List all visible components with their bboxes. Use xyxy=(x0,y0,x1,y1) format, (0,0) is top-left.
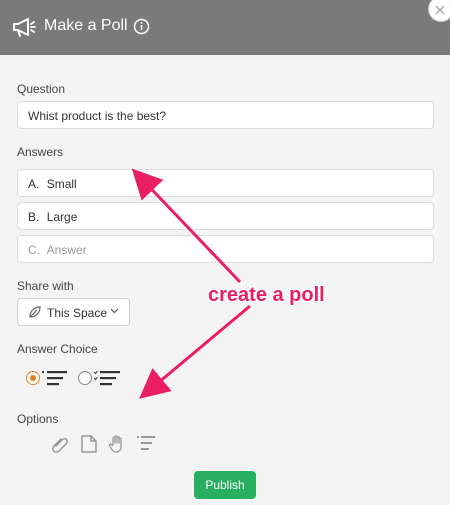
single-choice-radio[interactable] xyxy=(26,371,40,385)
share-label: Share with xyxy=(17,279,74,293)
chevron-down-icon xyxy=(110,308,119,314)
answers-label: Answers xyxy=(17,145,64,159)
answer-prefix: C. xyxy=(28,243,40,257)
question-input[interactable]: Whist product is the best? xyxy=(17,101,434,129)
close-icon xyxy=(435,5,445,15)
single-choice-icon xyxy=(42,371,67,386)
answer-b-input[interactable]: B. Large xyxy=(17,202,434,230)
share-value: This Space xyxy=(47,306,108,320)
options-label: Options xyxy=(17,412,59,426)
answer-text: Small xyxy=(46,177,77,191)
poll-panel: Make a Poll Question Whist product is th… xyxy=(0,0,450,505)
info-icon[interactable] xyxy=(133,18,150,35)
paperclip-icon[interactable] xyxy=(50,434,70,454)
document-icon[interactable] xyxy=(80,434,98,454)
poll-header: Make a Poll xyxy=(0,0,450,55)
answer-text: Large xyxy=(46,210,78,224)
answer-prefix: B. xyxy=(28,210,40,224)
leaf-icon xyxy=(29,306,41,318)
multiple-choice-radio[interactable] xyxy=(78,371,92,385)
answer-placeholder: Answer xyxy=(46,243,87,257)
megaphone-icon xyxy=(13,18,36,37)
share-dropdown[interactable]: This Space xyxy=(17,298,130,326)
close-button[interactable] xyxy=(428,0,450,22)
question-label: Question xyxy=(17,82,66,96)
publish-button[interactable]: Publish xyxy=(194,471,256,499)
answer-choice-label: Answer Choice xyxy=(17,342,98,356)
answer-a-input[interactable]: A. Small xyxy=(17,169,434,197)
multiple-choice-icon xyxy=(94,371,120,386)
answer-prefix: A. xyxy=(28,177,40,191)
page-title: Make a Poll xyxy=(44,17,128,34)
answer-c-input[interactable]: C. Answer xyxy=(17,235,434,263)
list-icon[interactable] xyxy=(137,436,155,451)
annotation-text: create a poll xyxy=(208,284,325,306)
hand-icon[interactable] xyxy=(107,434,127,454)
question-value: Whist product is the best? xyxy=(28,109,167,123)
